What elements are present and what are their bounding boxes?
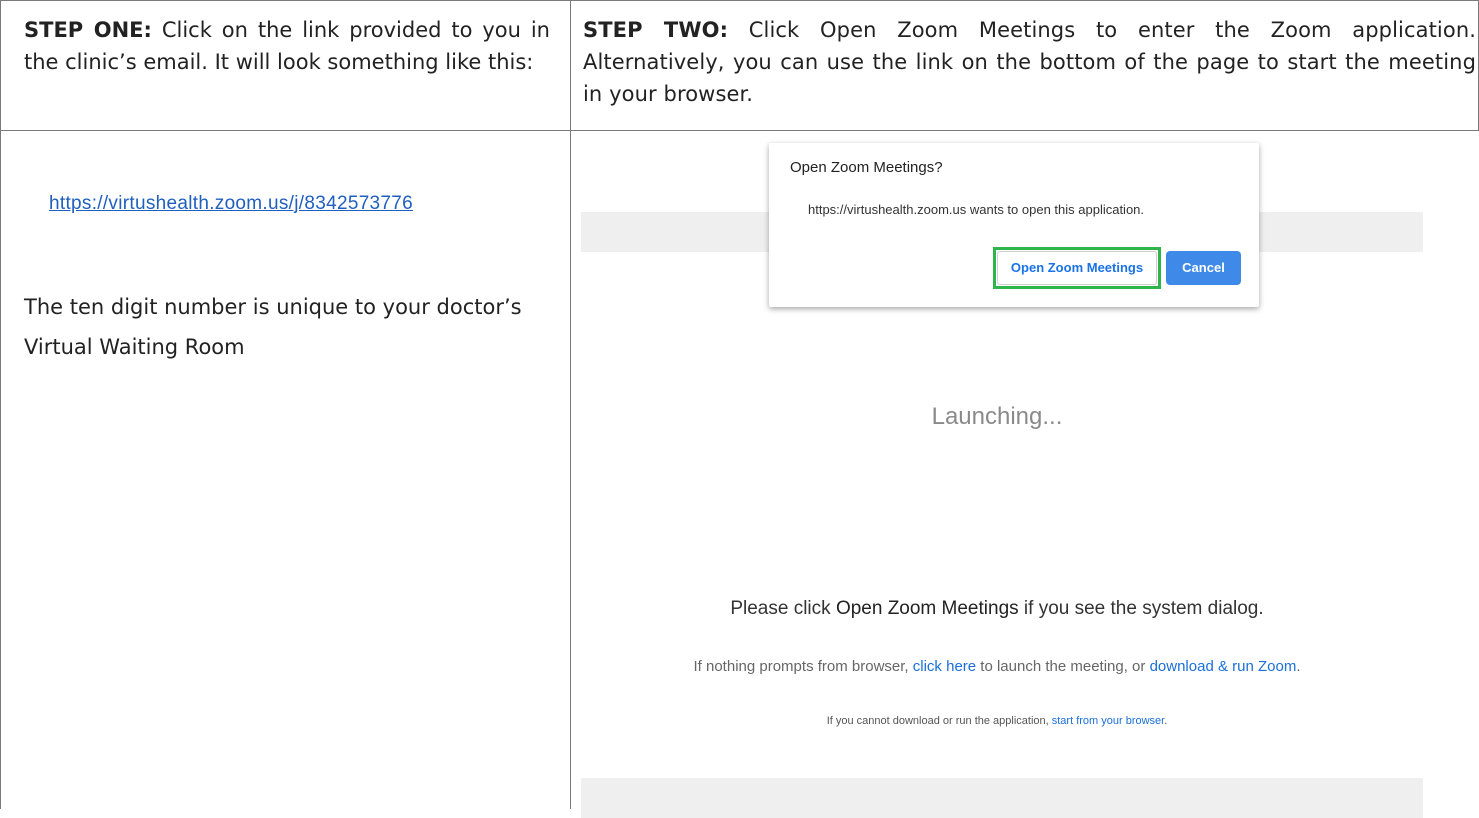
hint-suffix: if you see the system dialog. <box>1018 598 1264 619</box>
fallback-suffix: . <box>1296 658 1301 675</box>
zoom-launch-screenshot: Open Zoom Meetings? https://virtushealth… <box>571 131 1479 818</box>
fallback-prefix: If nothing prompts from browser, <box>693 658 913 675</box>
dialog-message: https://virtushealth.zoom.us wants to op… <box>808 202 1145 217</box>
browser-hint-suffix: . <box>1164 715 1168 727</box>
hint-prefix: Please click <box>730 598 836 619</box>
launching-status: Launching... <box>931 403 1063 430</box>
system-dialog-hint: Please click Open Zoom Meetings if you s… <box>571 598 1423 620</box>
start-from-browser-link[interactable]: start from your browser <box>1052 715 1164 727</box>
browser-fallback-hint: If you cannot download or run the applic… <box>571 715 1423 727</box>
hint-app-name: Open Zoom Meetings <box>835 598 1019 619</box>
browser-hint-prefix: If you cannot download or run the applic… <box>826 715 1052 727</box>
step-two-label: STEP TWO: <box>583 18 729 42</box>
open-zoom-meetings-button[interactable]: Open Zoom Meetings <box>997 251 1157 285</box>
fallback-launch-hint: If nothing prompts from browser, click h… <box>571 658 1423 675</box>
open-zoom-dialog: Open Zoom Meetings? https://virtushealth… <box>769 143 1259 307</box>
meeting-link-example[interactable]: https://virtushealth.zoom.us/j/834257377… <box>49 193 413 215</box>
page-footer-bar <box>581 778 1423 818</box>
click-here-link[interactable]: click here <box>913 658 976 675</box>
table-border-left <box>0 0 1 809</box>
dialog-title: Open Zoom Meetings? <box>790 159 943 176</box>
step-one-label: STEP ONE: <box>24 18 152 42</box>
step-one-instruction: STEP ONE: Click on the link provided to … <box>24 14 550 78</box>
step-two-instruction: STEP TWO: Click Open Zoom Meetings to en… <box>583 14 1476 110</box>
link-explanation: The ten digit number is unique to your d… <box>24 295 522 359</box>
cancel-button[interactable]: Cancel <box>1166 251 1241 285</box>
instruction-table: STEP ONE: Click on the link provided to … <box>0 0 1479 818</box>
fallback-middle: to launch the meeting, or <box>976 658 1150 675</box>
table-border-top <box>0 0 1479 1</box>
download-run-zoom-link[interactable]: download & run Zoom <box>1150 658 1297 675</box>
